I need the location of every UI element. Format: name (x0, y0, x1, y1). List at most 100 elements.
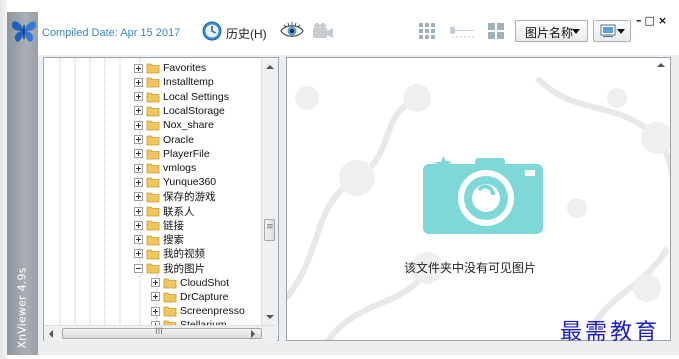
tree-item-label: Screenpresso (180, 305, 245, 318)
expand-icon[interactable] (134, 192, 143, 202)
window-edge (0, 0, 7, 359)
tree-item-label: 链接 (163, 219, 184, 232)
folder-icon (146, 106, 160, 117)
tree-item[interactable]: vmlogs (134, 161, 196, 175)
expand-icon[interactable] (134, 177, 143, 187)
folder-icon (146, 163, 160, 174)
tree-item-label: Yunque360 (163, 176, 217, 189)
window-controls[interactable]: –□× (636, 14, 670, 27)
folder-icon (163, 306, 177, 317)
camera-icon (423, 156, 543, 234)
history-icon[interactable] (202, 21, 222, 41)
tree-item[interactable]: 搜索 (134, 233, 184, 247)
folder-icon (146, 149, 160, 160)
sort-dropdown-label: 图片名称 (525, 26, 574, 40)
tree-item[interactable]: 链接 (134, 218, 184, 232)
tree-item[interactable]: 我的视频 (134, 247, 205, 261)
expand-icon[interactable] (134, 163, 143, 173)
tree-item-label: Nox_share (163, 119, 214, 132)
empty-folder-message: 该文件夹中没有可见图片 (404, 261, 537, 275)
tree-item[interactable]: Local Settings (134, 90, 229, 104)
tree-item-label: Local Settings (163, 90, 229, 103)
eye-icon[interactable] (280, 22, 304, 40)
expand-icon[interactable] (134, 77, 143, 87)
tree-item-label: 搜索 (163, 234, 184, 247)
scroll-down-icon[interactable] (266, 315, 274, 319)
folder-icon (146, 263, 160, 274)
tree-item-label: 我的图片 (163, 262, 205, 275)
tree-item[interactable]: 联系人 (134, 204, 195, 218)
grid-compact-icon[interactable] (487, 22, 505, 40)
tree-item[interactable]: 我的图片 (134, 261, 205, 275)
folder-icon (146, 235, 160, 245)
view-mode-icon (600, 24, 616, 37)
tree-item-label: PlayerFile (163, 147, 210, 160)
scroll-up-icon[interactable] (266, 65, 274, 69)
history-button[interactable]: 历史(H) (226, 25, 267, 42)
expand-icon[interactable] (134, 92, 143, 102)
tree-item-label: Installtemp (163, 76, 214, 89)
scrollbar-thumb[interactable] (264, 219, 275, 241)
scroll-left-icon[interactable] (49, 330, 53, 338)
tree-item[interactable]: CloudShot (151, 276, 229, 290)
tree-item[interactable]: Screenpresso (151, 304, 245, 318)
folder-icon (146, 92, 160, 102)
video-camera-icon[interactable] (311, 22, 335, 40)
folder-icon (146, 192, 160, 203)
tree-item[interactable]: DrCapture (151, 290, 228, 304)
tree-item[interactable]: Favorites (134, 61, 206, 75)
scroll-up-icon[interactable] (657, 63, 665, 67)
grid-view-icon[interactable] (418, 22, 436, 40)
folder-icon (163, 292, 177, 303)
expand-icon[interactable] (134, 63, 143, 73)
expand-icon[interactable] (151, 278, 160, 287)
tree-item[interactable]: LocalStorage (134, 104, 225, 118)
tree-item-label: Favorites (163, 62, 207, 74)
expand-icon[interactable] (134, 220, 143, 230)
tree-item-label: 保存的游戏 (163, 191, 216, 204)
folder-icon (146, 77, 160, 88)
chevron-down-icon (572, 29, 580, 34)
view-mode-dropdown[interactable] (593, 20, 631, 42)
expand-icon[interactable] (151, 292, 160, 302)
watermark: 最需教育 (560, 320, 661, 345)
tree-item-label: 联系人 (163, 205, 195, 218)
expand-icon[interactable] (151, 306, 160, 316)
compiled-date: Compiled Date: Apr 15 2017 (42, 27, 181, 39)
vertical-title: XnViewer 4.9s (8, 263, 36, 353)
folder-icon (146, 177, 160, 188)
tree-item-label: LocalStorage (163, 104, 225, 117)
tree-item[interactable]: 保存的游戏 (134, 190, 216, 204)
scroll-right-icon[interactable] (251, 330, 255, 338)
expand-icon[interactable] (134, 120, 143, 130)
expand-icon[interactable] (134, 206, 143, 216)
folder-icon (163, 278, 177, 288)
chevron-down-icon (617, 29, 625, 34)
tree-item[interactable]: Nox_share (134, 118, 214, 132)
tree-item[interactable]: Yunque360 (134, 175, 216, 189)
scrollbar-thumb[interactable]: III (62, 327, 262, 339)
tree-item-label: DrCapture (180, 290, 229, 303)
expand-icon[interactable] (134, 249, 143, 259)
folder-tree-vertical-scrollbar[interactable] (261, 59, 278, 325)
tree-item-label: CloudShot (180, 276, 230, 289)
expand-icon[interactable] (134, 235, 143, 245)
collapse-icon[interactable] (134, 263, 143, 273)
thumbnail-size-slider-icon[interactable] (448, 24, 476, 40)
folder-icon (146, 135, 160, 145)
expand-icon[interactable] (134, 135, 143, 144)
tree-item-label: Oracle (163, 133, 194, 146)
scrollbar-grip: III (155, 327, 163, 337)
folder-tree-horizontal-scrollbar[interactable]: III (44, 325, 277, 341)
tree-item[interactable]: Installtemp (134, 75, 214, 89)
folder-icon (146, 220, 160, 231)
expand-icon[interactable] (134, 149, 143, 159)
vertical-title-text: XnViewer 4.9s (15, 267, 29, 349)
folder-icon (146, 120, 160, 131)
tree-item-label: 我的视频 (163, 248, 205, 261)
tree-item[interactable]: Oracle (134, 133, 194, 147)
sort-dropdown[interactable]: 图片名称 (515, 20, 588, 42)
folder-icon (146, 63, 160, 74)
tree-item[interactable]: PlayerFile (134, 147, 210, 161)
expand-icon[interactable] (134, 106, 143, 116)
